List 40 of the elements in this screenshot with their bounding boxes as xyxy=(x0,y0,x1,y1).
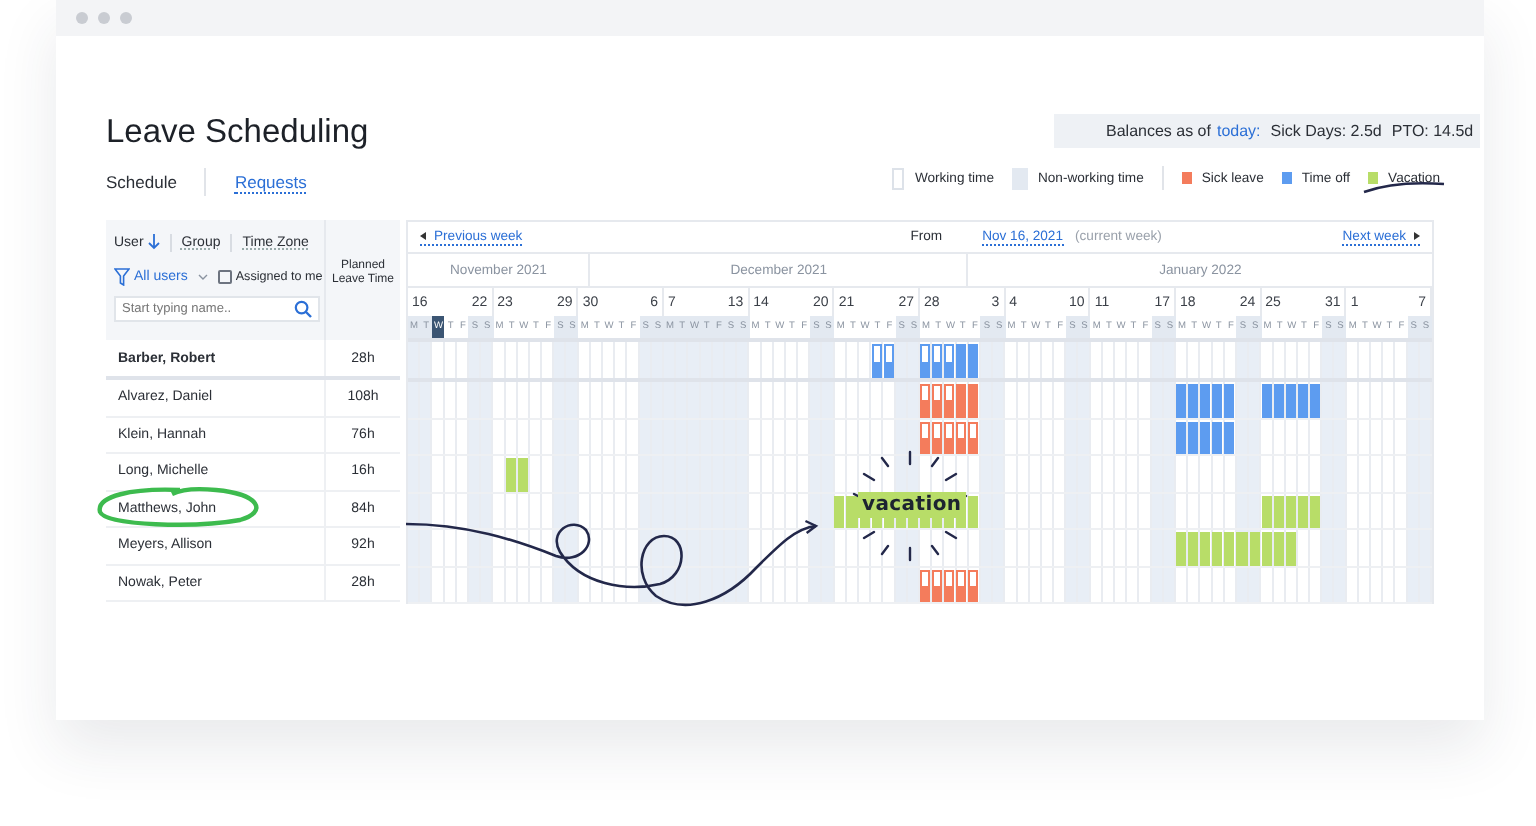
left-triangle-icon xyxy=(420,232,426,240)
sick-leave-day[interactable] xyxy=(920,569,931,602)
time-off-day[interactable] xyxy=(883,344,894,378)
tab[interactable]: Schedule xyxy=(106,171,177,193)
page-title: Leave Scheduling xyxy=(106,112,369,152)
tab[interactable]: Requests xyxy=(234,171,307,193)
underline-stroke xyxy=(1363,182,1445,194)
legend-swatch xyxy=(1281,172,1292,184)
vacation-tooltip: vacation xyxy=(858,492,966,518)
legend-swatch xyxy=(1181,172,1192,184)
sick-leave-day[interactable] xyxy=(956,569,967,602)
sick-leave-day[interactable] xyxy=(920,421,931,454)
time-off-day[interactable] xyxy=(932,344,943,378)
legend-swatch xyxy=(1011,167,1028,189)
sick-leave-day[interactable] xyxy=(968,569,979,602)
caret-icon xyxy=(197,274,208,280)
balance-value: PTO: 14.5d xyxy=(1391,122,1474,140)
burst-marks xyxy=(852,450,968,562)
sick-leave-day[interactable] xyxy=(944,569,955,602)
balances-label: Balances as of xyxy=(1106,122,1211,140)
sort-down-icon[interactable] xyxy=(147,234,160,250)
sick-leave-day[interactable] xyxy=(920,384,931,417)
sick-leave-day[interactable] xyxy=(968,421,979,454)
search-icon[interactable] xyxy=(294,300,312,318)
sick-leave-day[interactable] xyxy=(956,421,967,454)
filter-icon xyxy=(114,268,130,286)
checkbox[interactable] xyxy=(217,270,232,284)
today-link[interactable]: today: xyxy=(1216,122,1261,140)
legend-swatch xyxy=(892,167,905,189)
sick-leave-day[interactable] xyxy=(944,384,955,417)
sick-leave-day[interactable] xyxy=(932,569,943,602)
right-triangle-icon xyxy=(1414,232,1420,240)
time-off-day[interactable] xyxy=(920,344,931,378)
sick-leave-day[interactable] xyxy=(932,384,943,417)
time-off-day[interactable] xyxy=(944,344,955,378)
legend-swatch xyxy=(1368,172,1379,184)
balance-value: Sick Days: 2.5d xyxy=(1270,122,1382,140)
sick-leave-day[interactable] xyxy=(944,421,955,454)
time-off-day[interactable] xyxy=(871,344,882,378)
sick-leave-day[interactable] xyxy=(932,421,943,454)
